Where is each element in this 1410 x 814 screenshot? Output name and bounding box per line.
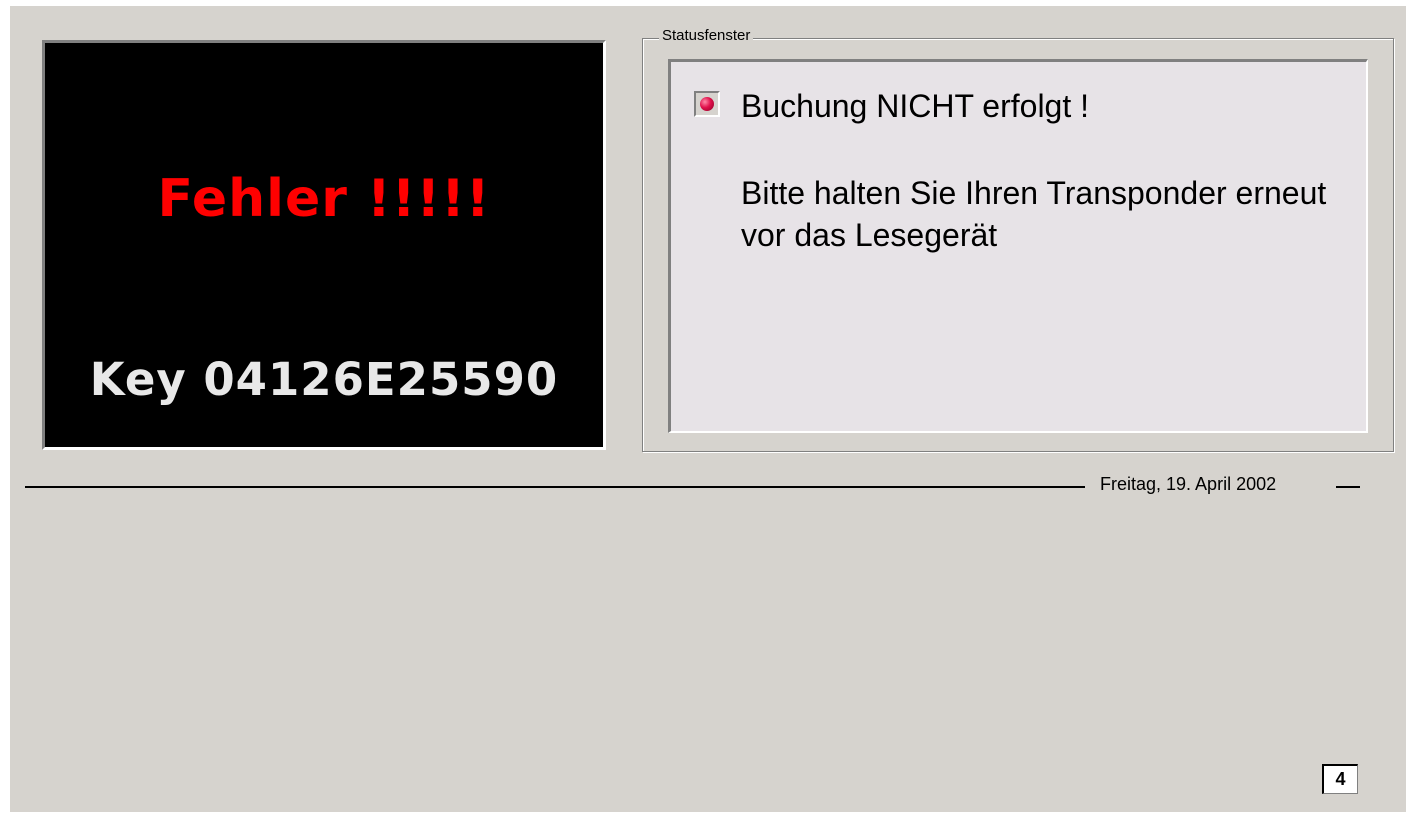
date-separator-line [25, 486, 1085, 488]
error-message: Fehler !!!!! [157, 169, 491, 229]
counter-box: 4 [1322, 764, 1358, 794]
red-led-icon [700, 97, 714, 111]
display-panel: Fehler !!!!! Key 04126E25590 [42, 40, 606, 450]
status-group-box: Statusfenster Buchung NICHT erfolgt ! Bi… [642, 27, 1394, 452]
key-id-label: Key 04126E25590 [89, 353, 559, 406]
status-area: Buchung NICHT erfolgt ! Bitte halten Sie… [668, 59, 1368, 433]
status-message: Bitte halten Sie Ihren Transponder erneu… [741, 175, 1327, 253]
status-group-legend: Statusfenster [659, 27, 754, 44]
date-label: Freitag, 19. April 2002 [1100, 474, 1277, 494]
terminal-window: Fehler !!!!! Key 04126E25590 Statusfenst… [10, 6, 1406, 812]
date-separator-end [1336, 486, 1360, 488]
status-indicator [694, 91, 720, 117]
status-title: Buchung NICHT erfolgt ! [741, 88, 1090, 124]
